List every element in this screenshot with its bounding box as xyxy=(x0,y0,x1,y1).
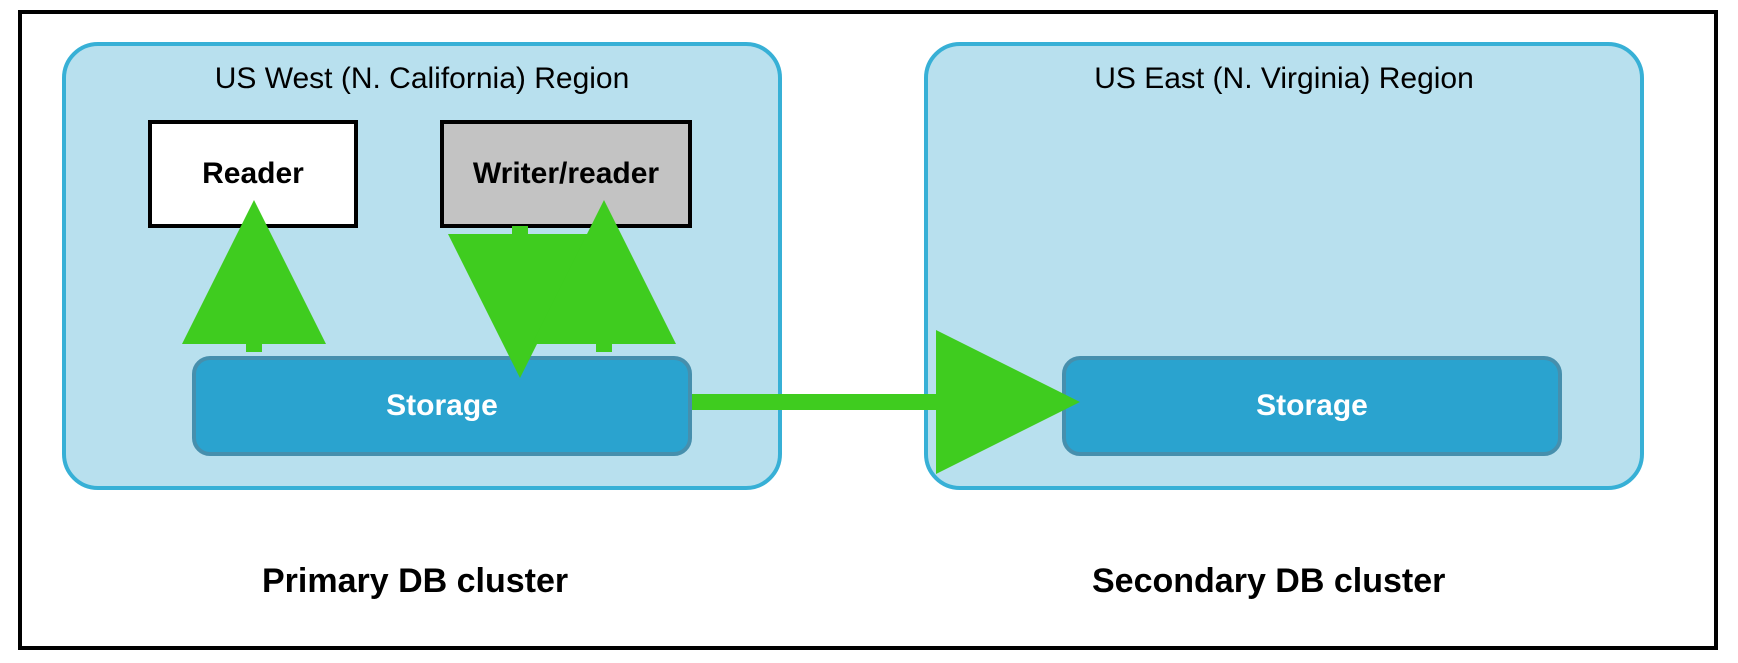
primary-storage-label: Storage xyxy=(386,389,498,423)
primary-storage: Storage xyxy=(192,356,692,456)
secondary-region-title: US East (N. Virginia) Region xyxy=(928,62,1640,96)
secondary-storage: Storage xyxy=(1062,356,1562,456)
writer-node-label: Writer/reader xyxy=(473,157,659,191)
reader-node-label: Reader xyxy=(202,157,304,191)
secondary-region-box: US East (N. Virginia) Region Storage xyxy=(924,42,1644,490)
primary-caption: Primary DB cluster xyxy=(262,562,568,601)
writer-node: Writer/reader xyxy=(440,120,692,228)
primary-region-title: US West (N. California) Region xyxy=(66,62,778,96)
reader-node: Reader xyxy=(148,120,358,228)
diagram-frame: US West (N. California) Region Reader Wr… xyxy=(18,10,1718,650)
secondary-storage-label: Storage xyxy=(1256,389,1368,423)
primary-region-box: US West (N. California) Region Reader Wr… xyxy=(62,42,782,490)
secondary-caption: Secondary DB cluster xyxy=(1092,562,1445,601)
